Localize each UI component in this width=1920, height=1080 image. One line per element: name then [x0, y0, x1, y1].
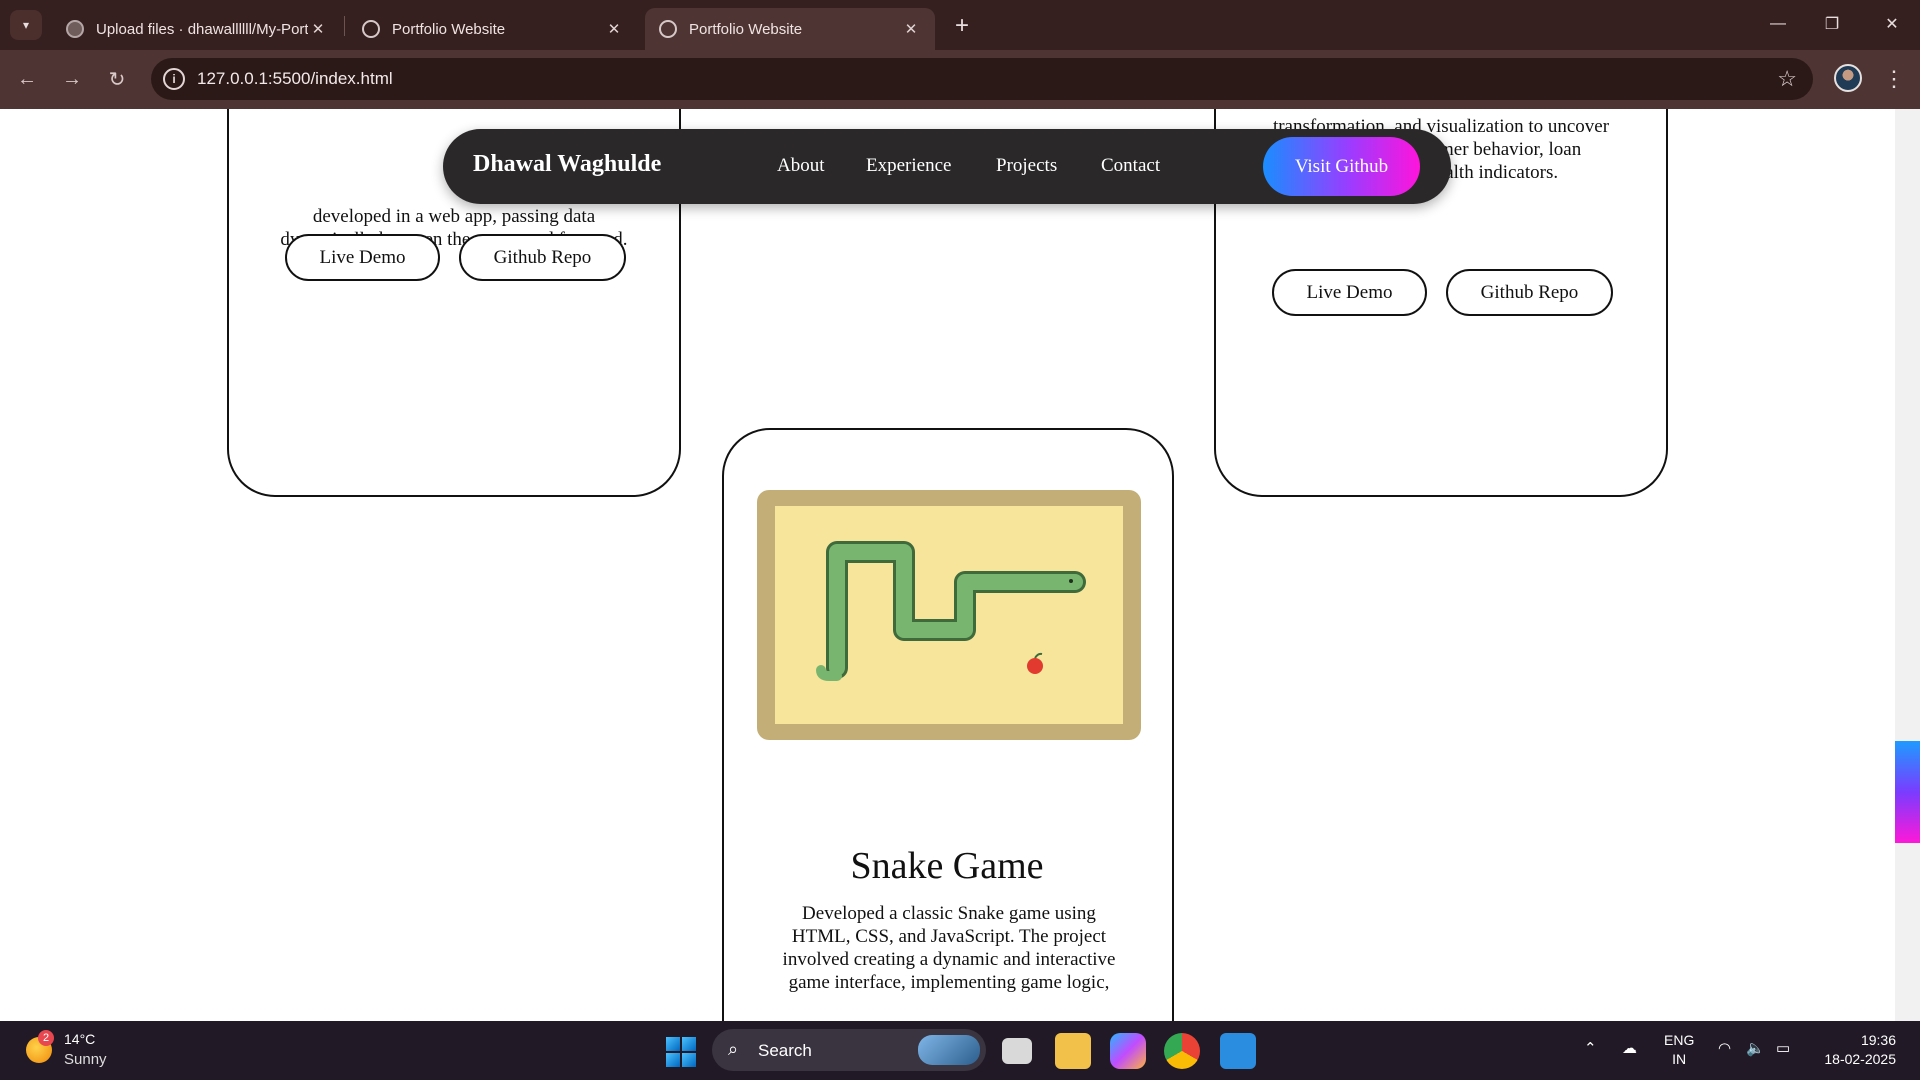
globe-icon [659, 20, 677, 38]
input-language[interactable]: ENG IN [1664, 1031, 1694, 1069]
snake-game-image [757, 490, 1141, 740]
close-tab-icon[interactable]: ✕ [308, 20, 328, 38]
taskbar-search[interactable]: ⌕ Search [712, 1029, 986, 1071]
onedrive-icon[interactable]: ☁ [1622, 1039, 1637, 1057]
nav-link-contact[interactable]: Contact [1101, 155, 1160, 177]
reload-icon[interactable]: ↻ [100, 62, 134, 96]
description-line: game interface, implementing game logic, [788, 972, 1110, 993]
description-line: Developed a classic Snake game using [802, 903, 1096, 924]
windows-start-icon[interactable] [666, 1037, 696, 1067]
back-icon[interactable]: ← [10, 62, 44, 96]
tab-portfolio-1[interactable]: Portfolio Website ✕ [348, 8, 638, 50]
live-demo-button[interactable]: Live Demo [285, 234, 440, 281]
project-title: Snake Game [850, 845, 1044, 887]
tab-portfolio-2[interactable]: Portfolio Website ✕ [645, 8, 935, 50]
nav-link-experience[interactable]: Experience [866, 155, 951, 177]
tab-title: Upload files · dhawallllll/My-Portfolio [96, 20, 308, 38]
bookmark-star-icon[interactable]: ☆ [1777, 66, 1797, 92]
language-code: ENG [1664, 1032, 1695, 1048]
description-line: HTML, CSS, and JavaScript. The project [791, 926, 1107, 947]
address-bar[interactable]: i 127.0.0.1:5500/index.html ☆ [151, 58, 1813, 100]
forward-icon[interactable]: → [55, 62, 89, 96]
nav-link-projects[interactable]: Projects [996, 155, 1057, 177]
page-scrollbar[interactable] [1895, 109, 1920, 1021]
browser-toolbar: ← → ↻ i 127.0.0.1:5500/index.html ☆ ⋮ [0, 50, 1920, 109]
close-window-icon[interactable]: ✕ [1866, 8, 1918, 40]
notification-badge: 2 [38, 1030, 54, 1046]
weather-description[interactable]: Sunny [64, 1051, 107, 1068]
tab-title: Portfolio Website [689, 20, 803, 38]
tab-separator [344, 16, 345, 36]
restore-icon[interactable]: ❐ [1806, 8, 1858, 40]
weather-temperature[interactable]: 14°C [64, 1031, 95, 1047]
search-icon: ⌕ [728, 1039, 739, 1059]
minimize-icon[interactable]: — [1752, 8, 1804, 40]
task-view-icon[interactable] [1002, 1038, 1032, 1064]
browser-chrome: ▾ Upload files · dhawallllll/My-Portfoli… [0, 0, 1920, 109]
show-hidden-icons-icon[interactable]: ⌃ [1584, 1039, 1597, 1057]
github-icon [66, 20, 84, 38]
github-repo-button[interactable]: Github Repo [1446, 269, 1613, 316]
taskbar: 2 14°C Sunny ⌕ Search ⌃ ☁ ENG IN ◠ 🔈 ▭ 1… [0, 1021, 1920, 1080]
url-text: 127.0.0.1:5500/index.html [197, 69, 393, 88]
clock-date: 18-02-2025 [1824, 1051, 1896, 1067]
chrome-icon[interactable] [1164, 1033, 1200, 1069]
system-clock[interactable]: 19:36 18-02-2025 [1816, 1031, 1896, 1069]
menu-dots-icon[interactable]: ⋮ [1882, 62, 1906, 96]
description-line: developed in a web app, passing data [312, 206, 596, 227]
site-navbar: Dhawal Waghulde About Experience Project… [443, 129, 1451, 204]
page-viewport: developed in a web app, passing data dyn… [0, 109, 1895, 1021]
site-info-icon[interactable]: i [163, 68, 185, 90]
project-description: Developed a classic Snake game using HTM… [744, 902, 1154, 994]
battery-icon[interactable]: ▭ [1776, 1039, 1790, 1057]
globe-icon [362, 20, 380, 38]
search-highlight-image [918, 1035, 980, 1065]
tab-strip: ▾ Upload files · dhawallllll/My-Portfoli… [0, 0, 1920, 50]
nav-link-about[interactable]: About [777, 155, 825, 177]
tab-search-dropdown-icon[interactable]: ▾ [10, 10, 42, 40]
scrollbar-thumb[interactable] [1895, 741, 1920, 843]
snake-game-thumbnail [757, 490, 1141, 740]
close-tab-icon[interactable]: ✕ [604, 20, 624, 38]
wifi-icon[interactable]: ◠ [1718, 1039, 1731, 1057]
vscode-icon[interactable] [1220, 1033, 1256, 1069]
volume-icon[interactable]: 🔈 [1746, 1039, 1765, 1057]
github-repo-button[interactable]: Github Repo [459, 234, 626, 281]
close-tab-icon[interactable]: ✕ [901, 20, 921, 38]
project-card-snake: Developed a classic Snake game using HTM… [722, 428, 1174, 1021]
new-tab-icon[interactable]: + [948, 12, 976, 40]
tab-upload-files[interactable]: Upload files · dhawallllll/My-Portfolio … [52, 8, 342, 50]
clock-time: 19:36 [1860, 1032, 1896, 1048]
description-line: involved creating a dynamic and interact… [782, 949, 1116, 970]
region-code: IN [1672, 1051, 1687, 1067]
brand-name[interactable]: Dhawal Waghulde [473, 151, 661, 178]
live-demo-button[interactable]: Live Demo [1272, 269, 1427, 316]
profile-avatar[interactable] [1834, 64, 1862, 92]
search-label: Search [758, 1041, 812, 1060]
copilot-icon[interactable] [1110, 1033, 1146, 1069]
tab-title: Portfolio Website [392, 20, 506, 38]
visit-github-button[interactable]: Visit Github [1263, 137, 1420, 196]
file-explorer-icon[interactable] [1055, 1033, 1091, 1069]
